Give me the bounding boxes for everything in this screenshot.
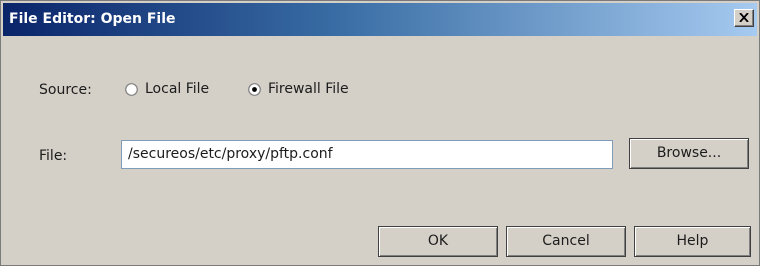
dialog-title: File Editor: Open File [9, 11, 176, 27]
cancel-button[interactable]: Cancel [506, 226, 626, 257]
file-path-input[interactable]: /secureos/etc/proxy/pftp.conf [121, 140, 613, 169]
radio-unselected-icon [125, 82, 138, 96]
source-label: Source: [39, 82, 92, 98]
firewall-file-radio[interactable]: Firewall File [248, 81, 349, 97]
browse-button[interactable]: Browse... [629, 138, 749, 169]
file-label: File: [39, 148, 68, 164]
title-bar[interactable]: File Editor: Open File [3, 3, 757, 36]
ok-button[interactable]: OK [378, 226, 498, 257]
radio-selected-icon [248, 82, 261, 96]
local-file-radio[interactable]: Local File [125, 81, 209, 97]
local-file-radio-label: Local File [145, 81, 210, 97]
firewall-file-radio-label: Firewall File [268, 81, 349, 97]
close-icon [739, 13, 749, 22]
help-button[interactable]: Help [634, 226, 751, 257]
open-file-dialog: File Editor: Open File Source: Local Fil… [0, 0, 760, 266]
close-button[interactable] [734, 9, 754, 27]
